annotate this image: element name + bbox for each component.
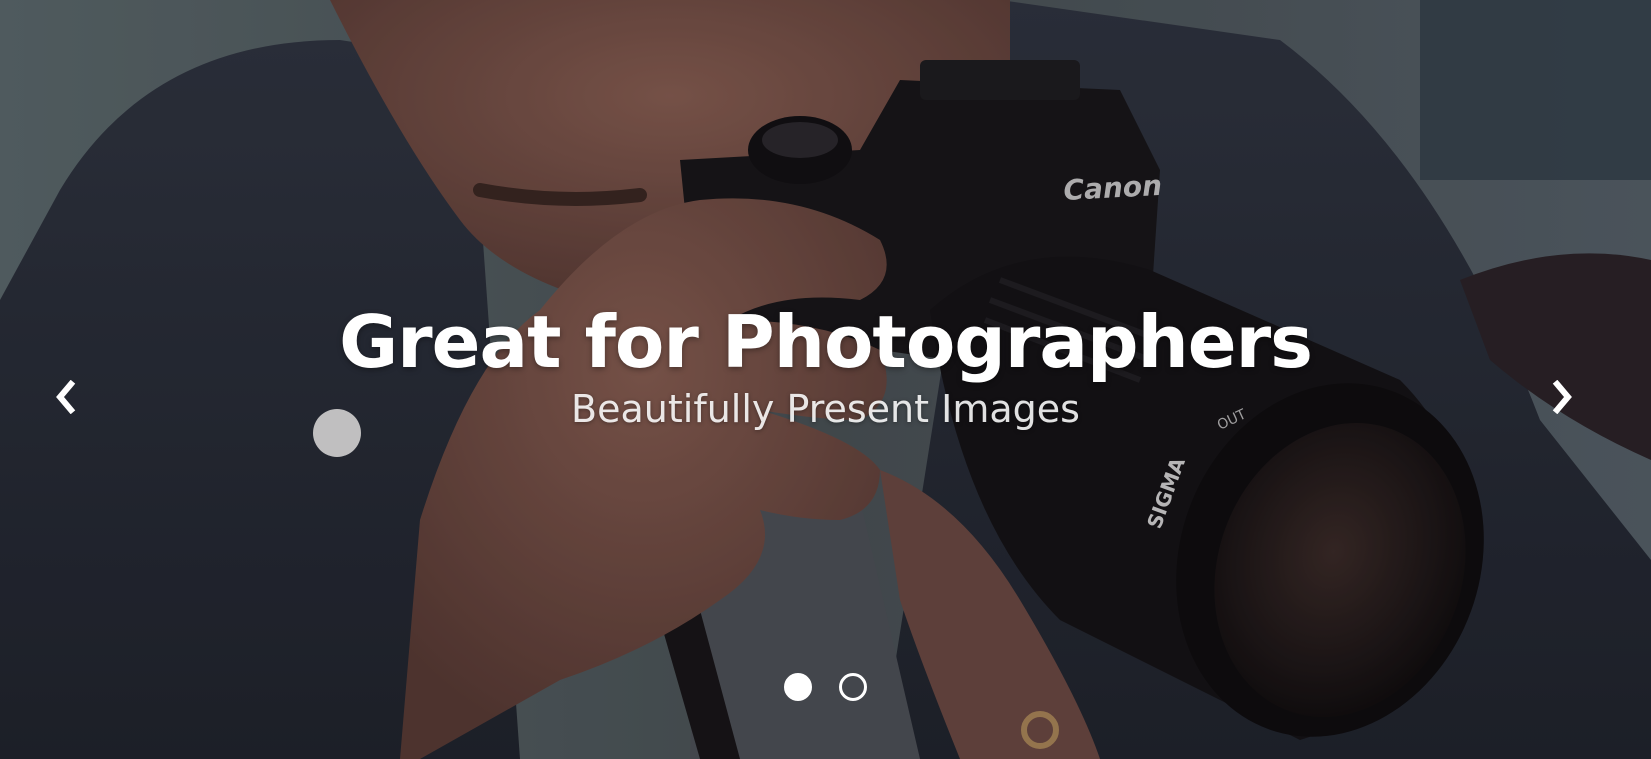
slide-title: Great for Photographers bbox=[339, 300, 1313, 384]
chevron-left-icon bbox=[56, 380, 76, 414]
pager-dot-2[interactable] bbox=[839, 673, 867, 701]
next-slide-button[interactable] bbox=[1544, 376, 1580, 418]
slide-caption: Great for Photographers Beautifully Pres… bbox=[0, 300, 1651, 432]
chevron-right-icon bbox=[1552, 380, 1572, 414]
slide-pager bbox=[0, 673, 1651, 701]
pager-dot-1[interactable] bbox=[784, 673, 812, 701]
hero-slider: Canon SIGMA OUT Great for Photographers … bbox=[0, 0, 1651, 759]
slide-subtitle: Beautifully Present Images bbox=[571, 387, 1080, 431]
previous-slide-button[interactable] bbox=[48, 376, 84, 418]
